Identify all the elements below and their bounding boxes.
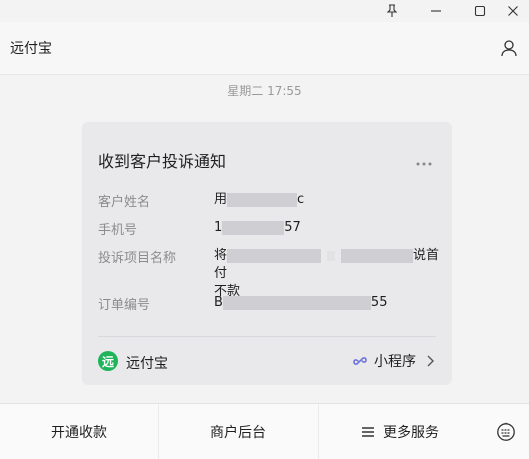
brand-name: 远付宝: [126, 356, 168, 372]
redacted-block: [341, 248, 414, 263]
field-label-phone: 手机号: [98, 223, 138, 238]
window-titlebar: [0, 0, 529, 22]
field-label-customer-name: 客户姓名: [98, 195, 151, 210]
complaint-notification-card[interactable]: 收到客户投诉通知 客户姓名 用c 手机号 1 57 投诉项目名称 将说首付 不款 …: [82, 122, 452, 385]
menu-merchant-backend[interactable]: 商户后台: [158, 404, 318, 459]
redacted-block: [227, 192, 298, 207]
bottom-menu-bar: 开通收款 商户后台 更多服务: [0, 403, 529, 459]
redacted-block: [327, 250, 336, 261]
menu-more-services[interactable]: 更多服务: [318, 404, 482, 459]
card-title: 收到客户投诉通知: [98, 152, 227, 171]
pin-icon[interactable]: [372, 0, 412, 22]
redacted-block: [222, 295, 371, 310]
maximize-icon[interactable]: [460, 0, 500, 22]
redacted-block: [222, 220, 285, 235]
chat-header: 远付宝: [0, 22, 529, 75]
message-timestamp: 星期二 17:55: [227, 84, 302, 98]
field-value-customer-name: 用c: [214, 192, 305, 207]
keyboard-icon[interactable]: [482, 404, 529, 459]
field-value-phone: 1 57: [214, 220, 301, 235]
brand-logo-icon: 远: [98, 351, 118, 371]
card-divider: [98, 336, 436, 337]
field-label-order-number: 订单编号: [98, 298, 151, 313]
profile-icon[interactable]: [499, 38, 519, 58]
field-label-complaint-item: 投诉项目名称: [98, 251, 177, 266]
chevron-right-icon: [427, 355, 434, 367]
redacted-block: [227, 248, 322, 263]
more-dots-icon[interactable]: [416, 152, 432, 166]
field-value-order-number: B 55: [214, 295, 388, 310]
miniprogram-link[interactable]: 小程序: [352, 351, 434, 371]
link-icon: [353, 357, 367, 365]
close-icon[interactable]: [496, 0, 529, 22]
miniprogram-label: 小程序: [374, 354, 416, 370]
minimize-icon[interactable]: [416, 0, 456, 22]
menu-open-payment[interactable]: 开通收款: [0, 404, 158, 459]
chat-title: 远付宝: [10, 41, 52, 57]
menu-lines-icon: [362, 426, 374, 437]
field-value-complaint-item: 将说首付 不款: [214, 248, 440, 299]
